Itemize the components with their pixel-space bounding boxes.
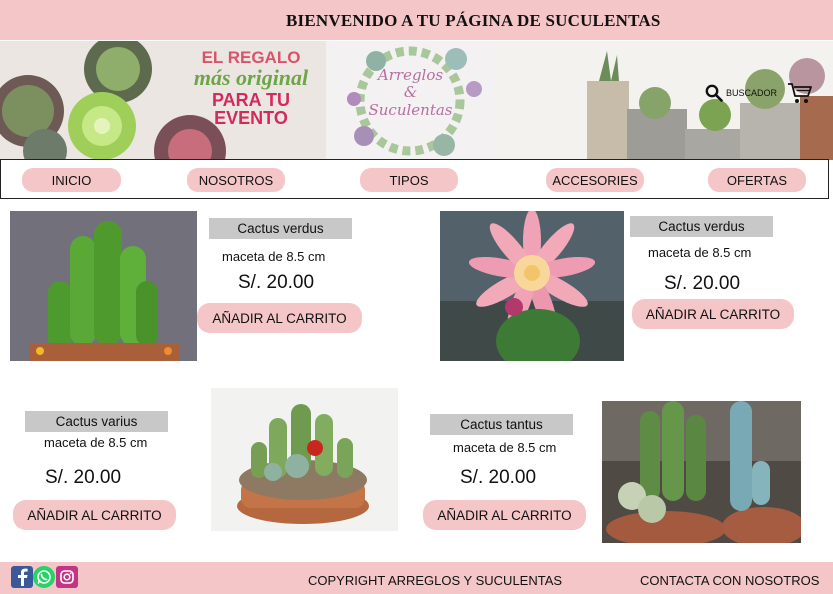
page-header: BIENVENIDO A TU PÁGINA DE SUCULENTAS	[0, 0, 833, 40]
product-name: Cactus verdus	[630, 216, 773, 237]
add-to-cart-button[interactable]: AÑADIR AL CARRITO	[13, 500, 176, 530]
product-name: Cactus verdus	[209, 218, 352, 239]
banner-succulents-image: EL REGALO más original PARA TU EVENTO	[0, 41, 326, 160]
product-size: maceta de 8.5 cm	[222, 249, 326, 264]
search-box[interactable]: BUSCADOR	[705, 84, 777, 102]
product-size: maceta de 8.5 cm	[648, 245, 752, 260]
nav-tipos[interactable]: TIPOS	[360, 168, 458, 192]
product-price: S/. 20.00	[45, 467, 122, 488]
banner-pots-image	[495, 41, 833, 160]
search-label: BUSCADOR	[726, 88, 778, 98]
product-image[interactable]	[211, 388, 398, 531]
product-name: Cactus tantus	[430, 414, 573, 435]
product-price: S/. 20.00	[460, 467, 537, 488]
instagram-icon[interactable]	[56, 566, 78, 588]
logo-text: Arreglos & Suculentas	[326, 66, 495, 119]
product-price: S/. 20.00	[664, 273, 741, 294]
logo-line-1: Arreglos	[377, 66, 444, 84]
product-size: maceta de 8.5 cm	[44, 435, 148, 450]
product-price: S/. 20.00	[238, 272, 315, 293]
product-image[interactable]	[602, 401, 801, 543]
nav-accesories[interactable]: ACCESORIES	[546, 168, 644, 192]
search-icon[interactable]	[705, 84, 723, 102]
promo-line-2: más original	[193, 65, 309, 90]
nav-ofertas[interactable]: OFERTAS	[708, 168, 806, 192]
page-footer: COPYRIGHT ARREGLOS Y SUCULENTAS CONTACTA…	[0, 562, 833, 594]
cart-button[interactable]	[787, 81, 813, 110]
logo-wreath: Arreglos & Suculentas	[326, 41, 495, 160]
nav-nosotros[interactable]: NOSOTROS	[187, 168, 285, 192]
add-to-cart-button[interactable]: AÑADIR AL CARRITO	[423, 500, 586, 530]
logo-line-2: &	[403, 83, 418, 102]
facebook-icon[interactable]	[11, 566, 33, 588]
add-to-cart-button[interactable]: AÑADIR AL CARRITO	[197, 303, 362, 333]
product-name: Cactus varius	[25, 411, 168, 432]
promo-text: EL REGALO más original PARA TU EVENTO	[180, 49, 322, 127]
main-nav: INICIO NOSOTROS TIPOS ACCESORIES OFERTAS	[0, 159, 829, 199]
product-image[interactable]	[440, 211, 624, 361]
product-image[interactable]	[10, 211, 197, 361]
nav-inicio[interactable]: INICIO	[22, 168, 121, 192]
promo-line-3: PARA TU EVENTO	[212, 90, 290, 128]
product-size: maceta de 8.5 cm	[453, 440, 557, 455]
logo-line-3: Suculentas	[368, 100, 453, 119]
copyright-text: COPYRIGHT ARREGLOS Y SUCULENTAS	[308, 573, 563, 588]
page-title: BIENVENIDO A TU PÁGINA DE SUCULENTAS	[286, 11, 661, 30]
add-to-cart-button[interactable]: AÑADIR AL CARRITO	[632, 299, 794, 329]
hero-banner: EL REGALO más original PARA TU EVENTO Ar…	[0, 41, 833, 160]
contact-link[interactable]: CONTACTA CON NOSOTROS	[640, 573, 819, 588]
promo-line-1: EL REGALO	[201, 48, 301, 67]
cart-icon[interactable]	[787, 81, 813, 105]
whatsapp-icon[interactable]	[33, 566, 55, 588]
